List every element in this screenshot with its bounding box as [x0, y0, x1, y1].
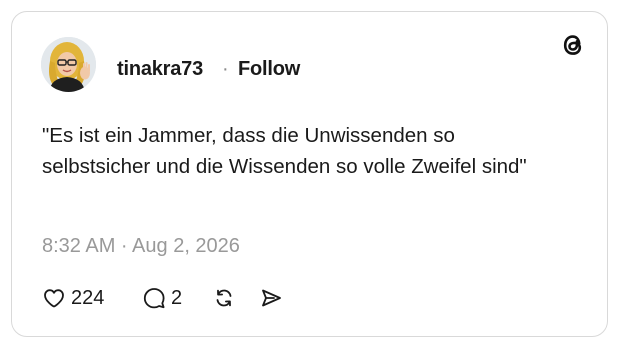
username[interactable]: tinakra73	[117, 57, 203, 81]
repost-button[interactable]	[212, 285, 236, 311]
share-button[interactable]	[259, 285, 283, 311]
threads-logo-icon[interactable]	[560, 32, 586, 58]
speech-bubble-icon	[142, 286, 166, 310]
username-separator: ·	[222, 58, 229, 80]
like-count: 224	[71, 287, 105, 309]
post-text: "Es ist ein Jammer, dass die Unwissenden…	[42, 124, 527, 178]
follow-button[interactable]: Follow	[238, 57, 300, 81]
avatar-image	[41, 37, 96, 92]
send-icon	[259, 286, 283, 310]
repost-icon	[212, 286, 236, 310]
reply-count: 2	[171, 287, 183, 309]
post-timestamp[interactable]: 8:32 AM · Aug 2, 2026	[42, 234, 240, 258]
reply-button[interactable]: 2	[142, 285, 182, 311]
avatar[interactable]	[41, 37, 96, 92]
threads-post-card: tinakra73 · Follow "Es ist ein Jammer, d…	[11, 11, 608, 337]
like-button[interactable]: 224	[42, 285, 104, 311]
heart-icon	[42, 286, 66, 310]
